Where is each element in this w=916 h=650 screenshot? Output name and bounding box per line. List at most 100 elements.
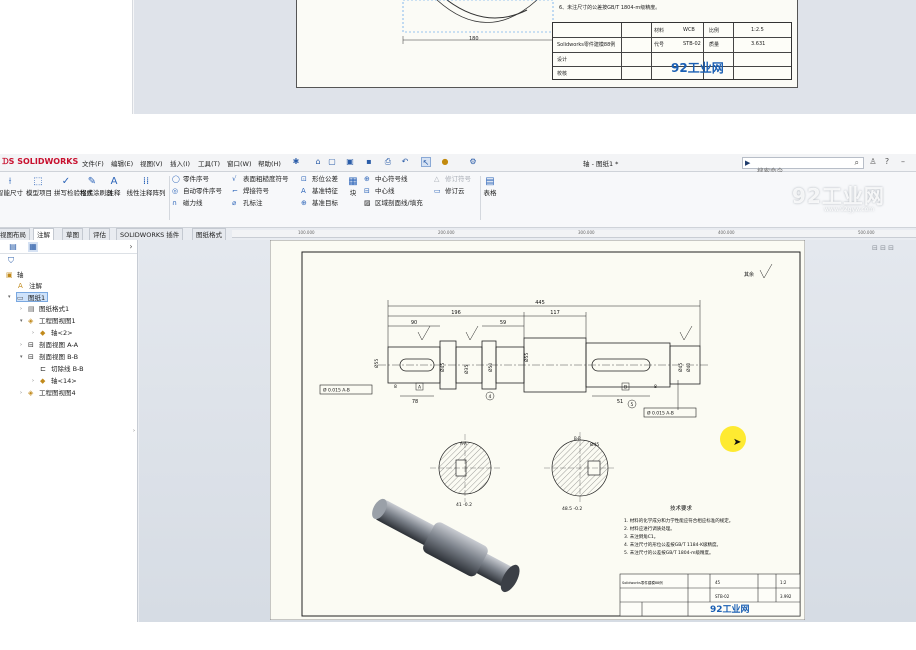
expand-icon[interactable]: ›: [32, 330, 34, 336]
search-arrow-icon: ▶: [745, 159, 751, 167]
revision-symbol-button[interactable]: △ 修订符号: [434, 174, 471, 184]
menu-help[interactable]: 帮助(H): [258, 158, 281, 168]
dim-55-diameter-2: Ø55: [523, 353, 530, 362]
title-block: Solidworks零件建模88例 材料 WCB 比例 1:2.5 代号 STB…: [552, 22, 792, 80]
tab-sketch[interactable]: 草图: [62, 228, 83, 240]
dim-78: 78: [412, 399, 418, 405]
help-icon[interactable]: ?: [882, 157, 892, 167]
tree-sheet1[interactable]: ▭ 图纸1: [16, 292, 49, 302]
pin-icon[interactable]: ✱: [291, 157, 301, 167]
sheet-format-icon: ▤: [28, 305, 35, 313]
tab-annotation[interactable]: 注解: [33, 228, 54, 240]
chevron-right-icon[interactable]: ›: [126, 242, 136, 252]
smart-dimension-button[interactable]: ⟊ 智能尺寸: [0, 176, 24, 197]
linear-pattern-button[interactable]: ⁞⁞ 线性注释阵列: [124, 176, 168, 197]
hole-callout-button[interactable]: ⌀ 孔标注: [232, 198, 263, 208]
revision-cloud-button[interactable]: ▭ 修订云: [434, 186, 465, 196]
feature-tree-tab-icon[interactable]: ▤: [8, 242, 18, 252]
save-icon[interactable]: ▪: [364, 157, 374, 167]
blocks-icon: ▦: [348, 176, 358, 187]
datum-target-icon: ⊕: [301, 199, 307, 207]
minimize-icon[interactable]: –: [898, 157, 908, 167]
menu-tools[interactable]: 工具(T): [198, 158, 220, 168]
feature-manager-tree: ▤ ▦ › ⛉ ▣ 轴 A 注解 ▾ ▭ 图纸1 › ▤ 图纸格式1 ▾ ◈ 工程图视图1…: [0, 240, 138, 622]
menu-insert[interactable]: 插入(I): [170, 158, 190, 168]
command-tabs: 视图布局 注解 草图 评估 SOLIDWORKS 插件 图纸格式: [0, 228, 232, 240]
tables-button[interactable]: ▤ 表格: [482, 176, 498, 197]
model-items-icon: ⬚: [33, 176, 43, 187]
watermark-url: www.92gyw.com: [824, 206, 875, 213]
datum-feature-icon: A: [301, 187, 306, 195]
tree-section-view-bb[interactable]: ⊟ 剖面视图 B-B: [28, 352, 78, 362]
expand-icon[interactable]: ›: [20, 390, 22, 396]
tree-part-shaft14[interactable]: ◆ 轴<14>: [40, 376, 77, 386]
datum-feature-button[interactable]: A 基准特征: [301, 186, 338, 196]
note-button[interactable]: A 注释: [106, 176, 122, 197]
expand-icon[interactable]: ▾: [8, 294, 11, 300]
dim-51: 51: [617, 399, 623, 405]
area-hatch-button[interactable]: ▨ 区域剖面线/填充: [364, 198, 423, 208]
tree-cut-line-bb[interactable]: ⊏ 切除线 B-B: [40, 364, 84, 374]
tab-sheet-format[interactable]: 图纸格式: [192, 228, 226, 240]
expand-icon[interactable]: ›: [20, 342, 22, 348]
tree-drawing-view4[interactable]: ◈ 工程图视图4: [28, 388, 76, 398]
select-icon[interactable]: ↖: [421, 157, 431, 167]
home-icon[interactable]: ⌂: [313, 157, 323, 167]
tab-view-layout[interactable]: 视图布局: [0, 228, 30, 240]
property-tab-icon[interactable]: ▦: [28, 242, 38, 252]
center-mark-button[interactable]: ⊕ 中心符号线: [364, 174, 408, 184]
tree-drawing-view1[interactable]: ◈ 工程图视图1: [28, 316, 76, 326]
panel-collapse-handle[interactable]: ›: [133, 428, 135, 434]
tree-annotations[interactable]: A 注解: [18, 281, 42, 291]
centerline-button[interactable]: ⊟ 中心线: [364, 186, 395, 196]
rebuild-icon[interactable]: ●: [440, 157, 450, 167]
material-label: 材料: [654, 28, 665, 34]
view-control-icons[interactable]: ⊟ ⊟ ⊟: [872, 244, 894, 252]
menu-window[interactable]: 窗口(W): [227, 158, 252, 168]
user-icon[interactable]: ♙: [868, 157, 878, 167]
tab-addins[interactable]: SOLIDWORKS 插件: [116, 228, 184, 240]
part-icon: ◆: [40, 377, 46, 385]
hole-callout-icon: ⌀: [232, 199, 237, 207]
search-icon[interactable]: ⌕: [855, 158, 859, 168]
spell-check-button[interactable]: ✓ 拼写检验程序: [54, 176, 93, 197]
tree-section-view-aa[interactable]: ⊟ 剖面视图 A-A: [28, 340, 78, 350]
expand-icon[interactable]: ▾: [20, 318, 23, 324]
dim-90: 90: [411, 320, 417, 326]
undo-icon[interactable]: ↶: [400, 157, 410, 167]
auto-balloon-button[interactable]: ◎ 自动零件序号: [172, 186, 222, 196]
magnetic-line-button[interactable]: ∩ 磁力线: [172, 198, 203, 208]
ds-logo-icon: ᗪS: [2, 157, 18, 166]
options-icon[interactable]: ⚙: [468, 157, 478, 167]
print-icon[interactable]: ⎙: [383, 157, 393, 167]
expand-icon[interactable]: ▾: [20, 354, 23, 360]
weld-symbol-button[interactable]: ⌐ 焊接符号: [232, 186, 269, 196]
tree-part-shaft2[interactable]: ◆ 轴<2>: [40, 328, 73, 338]
expand-icon[interactable]: ›: [20, 306, 22, 312]
menu-edit[interactable]: 编辑(E): [111, 158, 133, 168]
balloon-button[interactable]: ◯ 零件序号: [172, 174, 209, 184]
part-title: Solidworks零件建模88例: [557, 42, 616, 48]
dim-117: 117: [550, 310, 560, 316]
gtol-button[interactable]: ⊡ 形位公差: [301, 174, 338, 184]
expand-icon[interactable]: ›: [32, 378, 34, 384]
tree-root-part[interactable]: ▣ 轴: [6, 270, 24, 280]
sheet-icon: ▭: [17, 294, 24, 302]
blocks-button[interactable]: ▦ 块: [345, 176, 361, 197]
surface-finish-button[interactable]: √ 表面粗糙度符号: [232, 174, 289, 184]
search-box[interactable]: ▶ ⌕: [742, 157, 864, 176]
tech-note-4: 4. 未注尺寸的形位公差按GB/T 1184-K级精度。: [624, 541, 721, 548]
menu-file[interactable]: 文件(F): [82, 158, 104, 168]
format-painter-button[interactable]: ✎ 格式涂刷器: [80, 176, 113, 197]
menu-view[interactable]: 视图(V): [140, 158, 163, 168]
model-items-button[interactable]: ⬚ 模型项目: [26, 176, 52, 197]
new-document-icon[interactable]: ▢: [327, 157, 337, 167]
filter-icon[interactable]: ⛉: [6, 256, 16, 266]
datum-target-button[interactable]: ⊕ 基准目标: [301, 198, 338, 208]
auto-balloon-icon: ◎: [172, 187, 179, 195]
tab-evaluate[interactable]: 评估: [89, 228, 110, 240]
tree-sheet-format1[interactable]: ▤ 图纸格式1: [28, 304, 69, 314]
open-icon[interactable]: ▣: [345, 157, 355, 167]
annotations-icon: A: [18, 282, 23, 290]
format-painter-icon: ✎: [87, 176, 97, 187]
